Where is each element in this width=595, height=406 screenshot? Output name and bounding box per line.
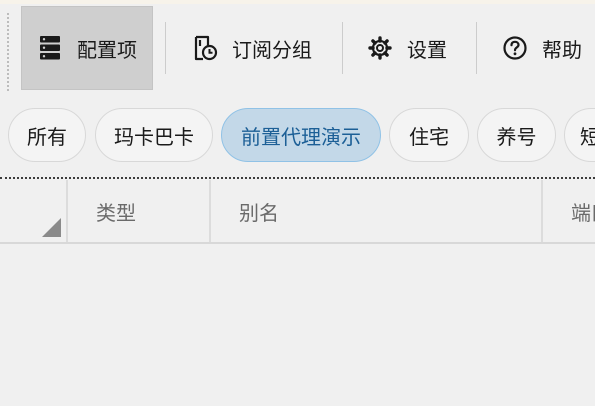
subscription-groups-label: 订阅分组: [232, 37, 312, 62]
gear-icon: [367, 35, 393, 61]
subscription-clock-icon: [192, 35, 218, 61]
column-header-type[interactable]: 类型: [96, 180, 136, 242]
help-button[interactable]: 帮助: [502, 6, 582, 90]
subscription-groups-button[interactable]: 订阅分组: [192, 6, 312, 90]
group-chip-proxy-demo[interactable]: 前置代理演示: [221, 108, 381, 162]
group-chip-label: 短: [580, 124, 595, 149]
question-circle-icon: [502, 35, 528, 61]
column-header-label: 类型: [96, 200, 136, 225]
group-chip-label: 住宅: [409, 124, 449, 149]
toolbar-grip-handle[interactable]: [6, 12, 10, 92]
column-header-label: 别名: [239, 200, 279, 225]
toolbar-separator: [165, 22, 166, 74]
toolbar-separator: [342, 22, 343, 74]
server-stack-icon: [37, 35, 63, 61]
group-chip-label: 养号: [496, 124, 537, 149]
select-all-corner[interactable]: [42, 218, 61, 237]
column-header-label: 端口: [571, 200, 595, 225]
settings-label: 设置: [407, 37, 447, 62]
table-header: 类型 别名 端口: [0, 180, 595, 244]
config-button[interactable]: 配置项: [21, 6, 153, 90]
section-divider: [0, 177, 595, 179]
column-divider[interactable]: [66, 180, 68, 242]
help-label: 帮助: [542, 37, 582, 62]
group-filter-bar: 所有 玛卡巴卡 前置代理演示 住宅 养号 短: [0, 106, 595, 166]
group-chip-label: 玛卡巴卡: [114, 124, 194, 149]
settings-button[interactable]: 设置: [367, 6, 447, 90]
config-button-label: 配置项: [77, 37, 137, 62]
column-divider[interactable]: [541, 180, 543, 242]
main-toolbar: 配置项 订阅分组 设置 帮助: [0, 4, 595, 92]
table-body: [0, 244, 595, 406]
group-chip-label: 所有: [27, 124, 67, 149]
group-chip-account-nurturing[interactable]: 养号: [477, 108, 556, 162]
column-divider[interactable]: [209, 180, 211, 242]
toolbar-separator: [476, 22, 477, 74]
group-chip-residential[interactable]: 住宅: [389, 108, 469, 162]
group-chip-label: 前置代理演示: [241, 124, 361, 149]
column-header-alias[interactable]: 别名: [239, 180, 279, 242]
group-chip-all[interactable]: 所有: [8, 108, 86, 162]
group-chip-makabaka[interactable]: 玛卡巴卡: [95, 108, 213, 162]
column-header-port[interactable]: 端口: [571, 180, 595, 242]
group-chip-truncated[interactable]: 短: [564, 108, 595, 162]
